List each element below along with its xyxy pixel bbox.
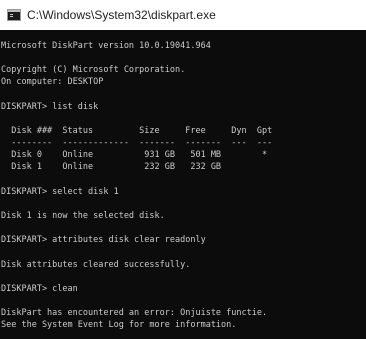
window-title: C:\Windows\System32\diskpart.exe xyxy=(27,8,216,22)
console-command-clean: DISKPART> clean xyxy=(1,283,78,294)
console-error-hint: See the System Event Log for more inform… xyxy=(1,320,237,331)
console-command-attributes: DISKPART> attributes disk clear readonly xyxy=(1,235,206,246)
console-line-version: Microsoft DiskPart version 10.0.19041.96… xyxy=(1,41,211,51)
console-output-attributes-cleared: Disk attributes cleared successfully. xyxy=(1,259,191,270)
console-command-list-disk: DISKPART> list disk xyxy=(1,101,99,112)
console-line-computer: On computer: DESKTOP xyxy=(1,77,104,88)
disk-table-separator: -------- ------------- ------- ------- -… xyxy=(1,138,273,149)
disk-table-header: Disk ### Status Size Free Dyn Gpt xyxy=(1,125,273,136)
console-output-selected: Disk 1 is now the selected disk. xyxy=(1,210,165,221)
console-line-copyright: Copyright (C) Microsoft Corporation. xyxy=(1,65,186,76)
console-window-icon xyxy=(7,9,21,21)
window-titlebar[interactable]: C:\Windows\System32\diskpart.exe xyxy=(0,0,366,30)
disk-table-row: Disk 0 Online 931 GB 501 MB * xyxy=(1,150,268,161)
disk-table-row: Disk 1 Online 232 GB 232 GB xyxy=(1,162,222,173)
console-command-select-disk: DISKPART> select disk 1 xyxy=(1,186,119,197)
console-output[interactable]: Microsoft DiskPart version 10.0.19041.96… xyxy=(0,30,366,339)
console-error-message: DiskPart has encountered an error: Onjui… xyxy=(1,308,268,319)
